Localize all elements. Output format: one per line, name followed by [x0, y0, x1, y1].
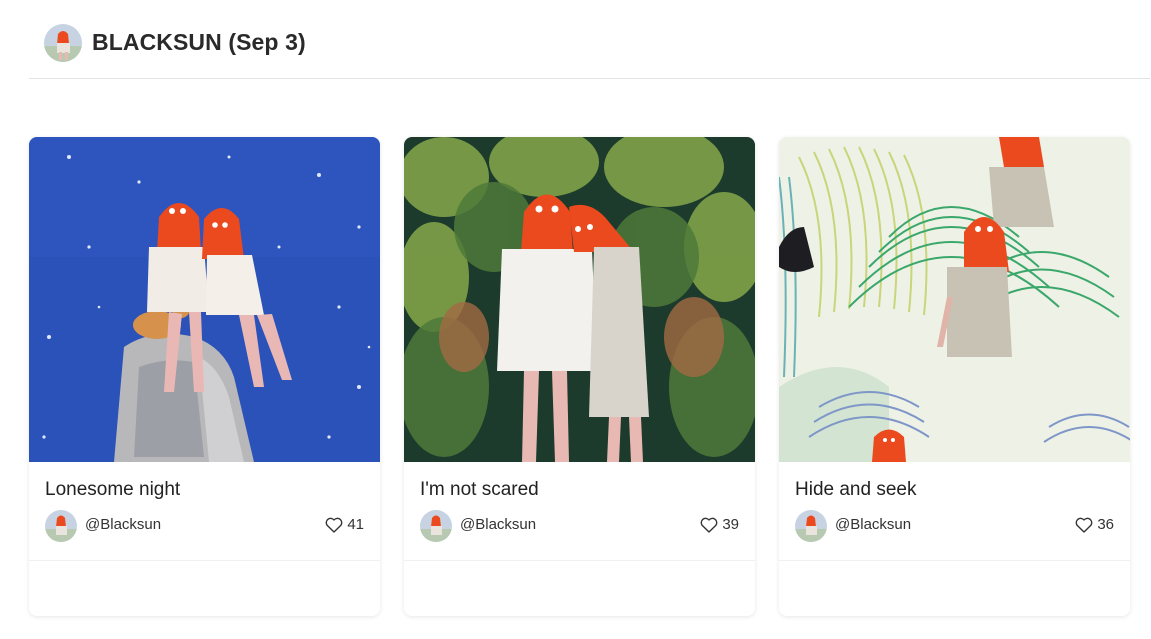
card-title[interactable]: Lonesome night [45, 479, 180, 501]
card-title[interactable]: I'm not scared [420, 479, 539, 501]
author-avatar[interactable] [45, 510, 77, 542]
card-info: I'm not scared @Blacksun 39 [404, 462, 755, 560]
author-handle[interactable]: @Blacksun [85, 516, 161, 533]
card-info: Hide and seek @Blacksun 36 [779, 462, 1130, 560]
author-avatar[interactable] [795, 510, 827, 542]
heart-outline-icon[interactable] [325, 517, 343, 533]
card-footer [29, 560, 380, 616]
like-count: 41 [347, 516, 364, 533]
author-handle[interactable]: @Blacksun [460, 516, 536, 533]
collection-header: BLACKSUN (Sep 3) [29, 0, 1150, 79]
card-info: Lonesome night @Blacksun 41 [29, 462, 380, 560]
heart-outline-icon[interactable] [1075, 517, 1093, 533]
like-count: 39 [722, 516, 739, 533]
card-footer [779, 560, 1130, 616]
artwork-card[interactable]: Hide and seek @Blacksun 36 [779, 137, 1130, 616]
like-button[interactable]: 41 [325, 516, 364, 533]
page-title: BLACKSUN (Sep 3) [92, 29, 306, 55]
card-title[interactable]: Hide and seek [795, 479, 916, 501]
artwork-image[interactable] [779, 137, 1130, 462]
author-avatar[interactable] [420, 510, 452, 542]
artwork-image[interactable] [404, 137, 755, 462]
author-handle[interactable]: @Blacksun [835, 516, 911, 533]
artwork-image[interactable] [29, 137, 380, 462]
artwork-card[interactable]: I'm not scared @Blacksun 39 [404, 137, 755, 616]
heart-outline-icon[interactable] [700, 517, 718, 533]
card-footer [404, 560, 755, 616]
artwork-card[interactable]: Lonesome night @Blacksun 41 [29, 137, 380, 616]
like-count: 36 [1097, 516, 1114, 533]
like-button[interactable]: 36 [1075, 516, 1114, 533]
like-button[interactable]: 39 [700, 516, 739, 533]
artist-avatar[interactable] [44, 24, 82, 62]
